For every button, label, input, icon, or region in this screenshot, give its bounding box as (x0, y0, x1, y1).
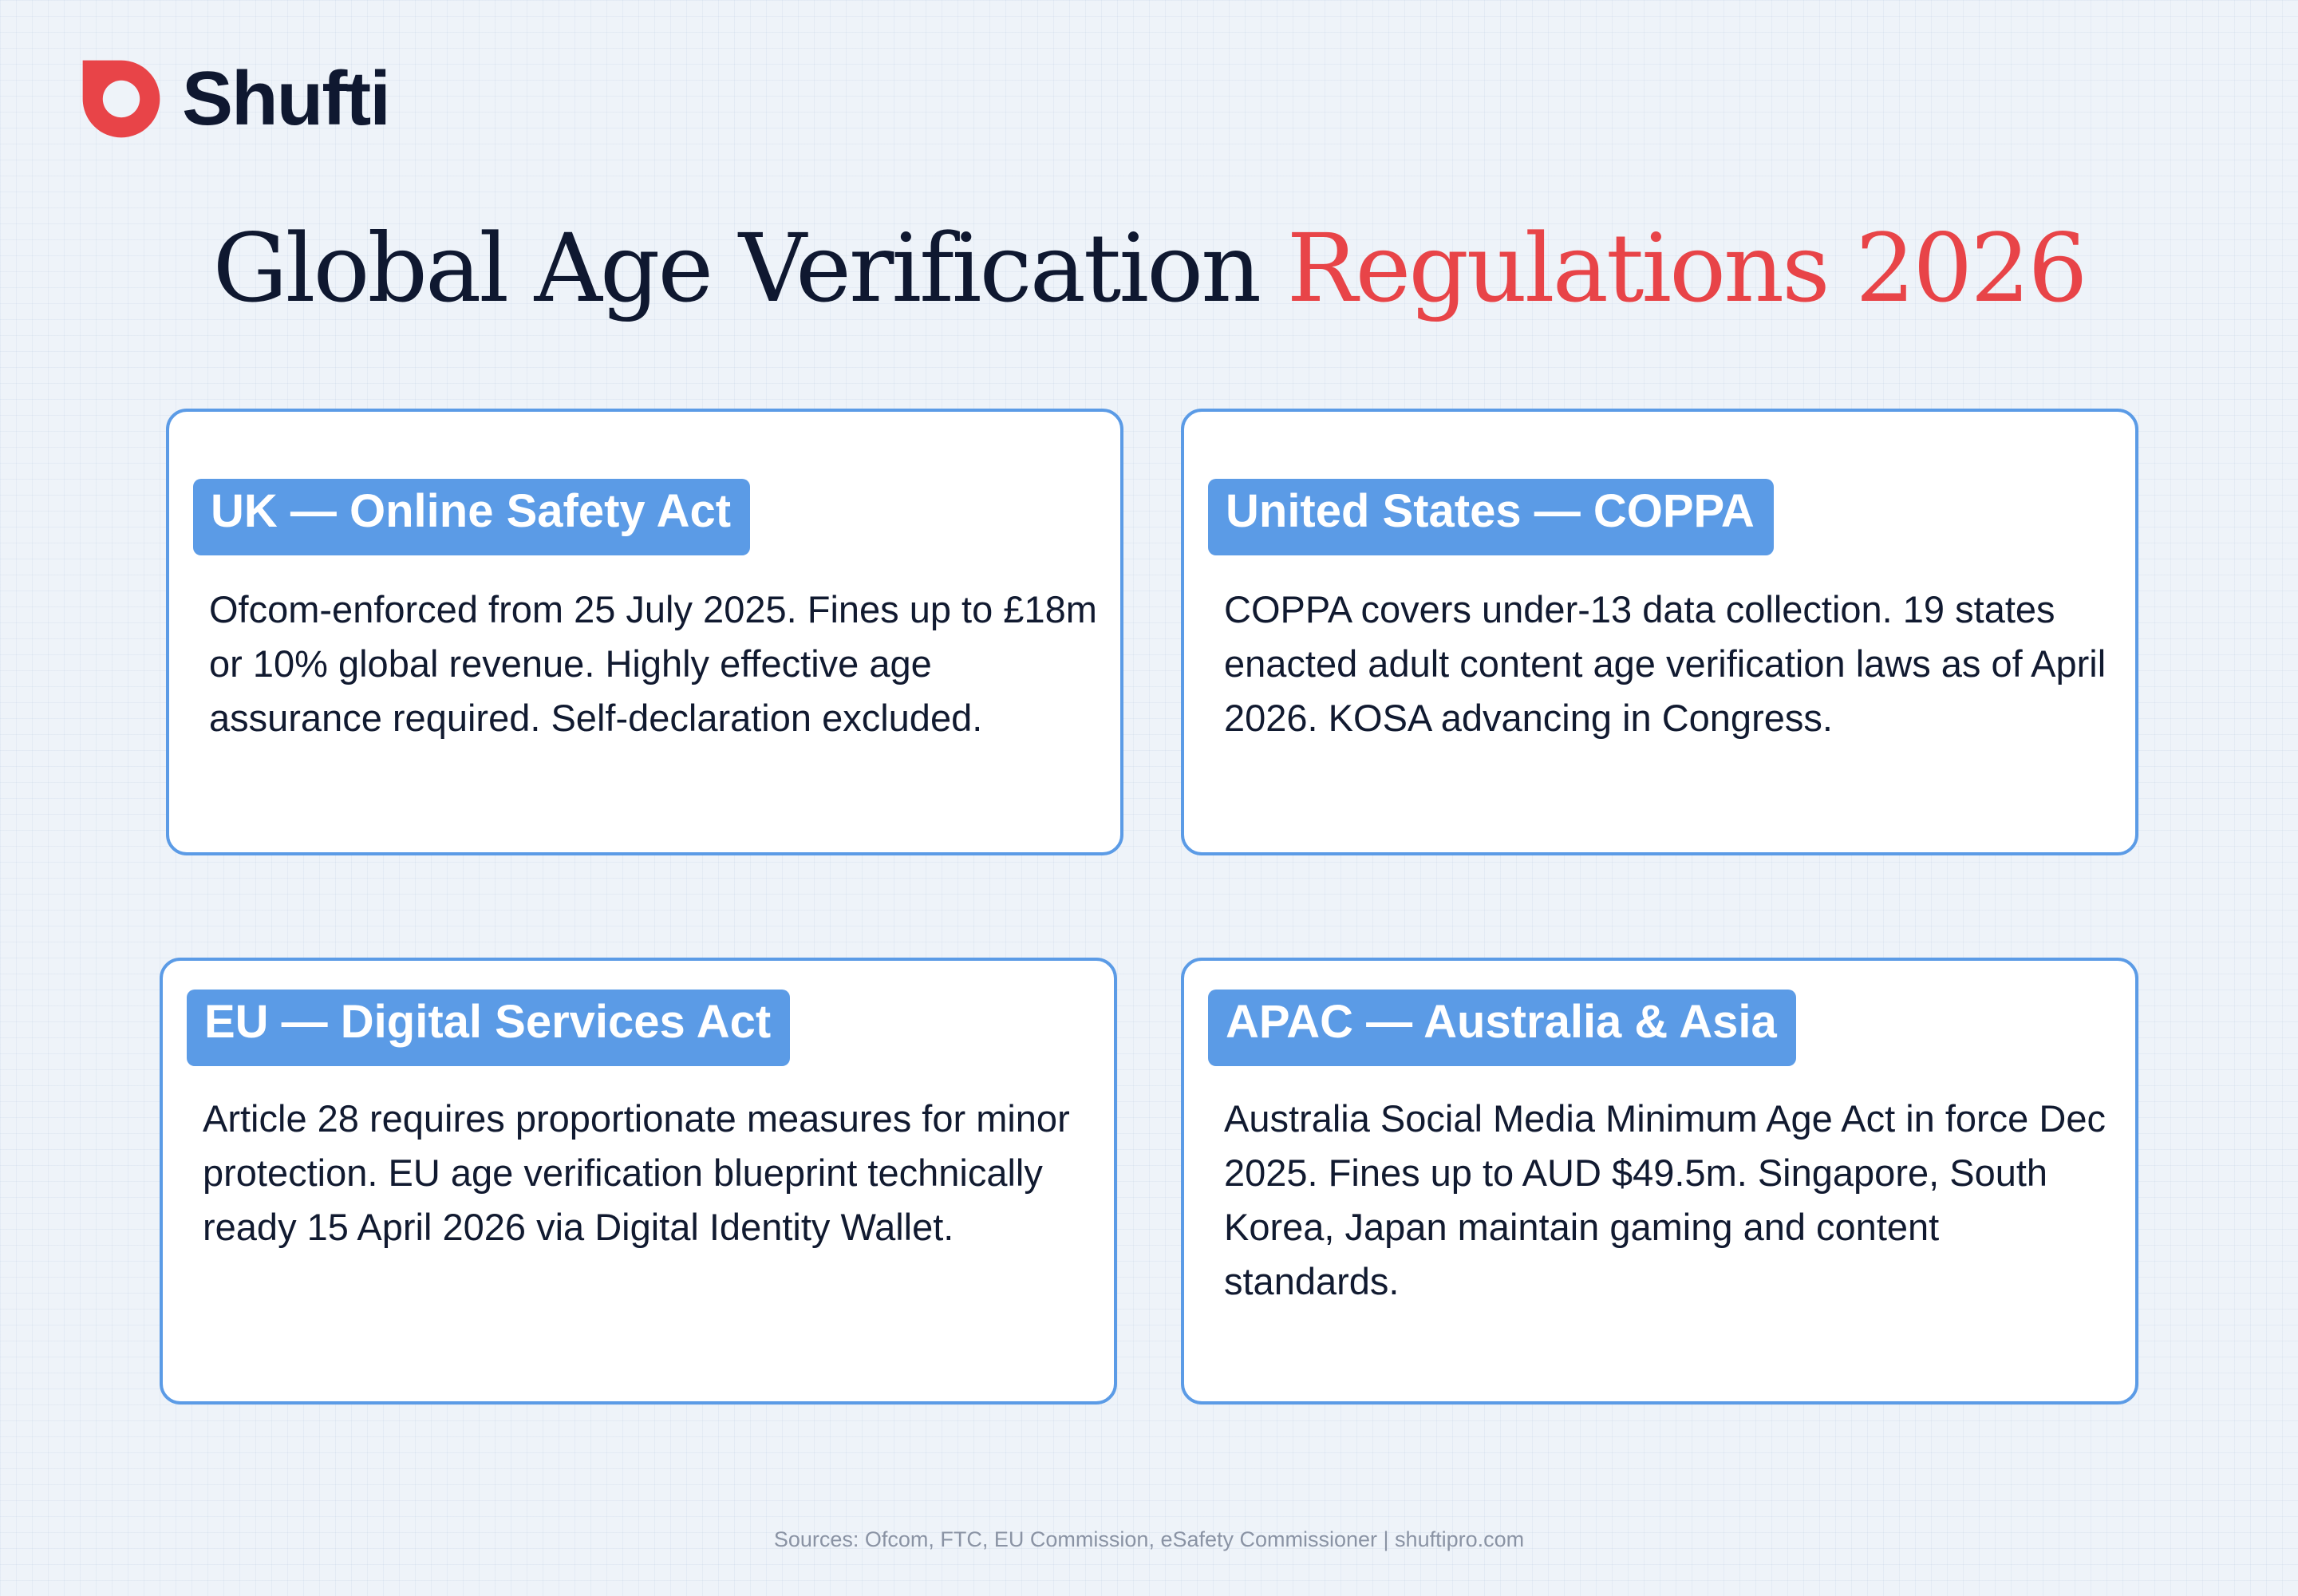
brand-name: Shufti (182, 56, 391, 141)
title-highlight: Regulations 2026 (1286, 213, 2088, 323)
brand-logo: Shufti (75, 49, 391, 148)
card-uk-body: Ofcom-enforced from 25 July 2025. Fines … (209, 588, 1097, 739)
shufti-ring-icon (82, 60, 160, 138)
card-eu-heading: EU — Digital Services Act (187, 990, 791, 1066)
card-us: United States — COPPA COPPA covers under… (1181, 409, 2138, 855)
page-title: Global Age Verification Regulations 2026 (0, 216, 2298, 321)
card-eu-body: Article 28 requires proportionate measur… (203, 1097, 1070, 1248)
card-uk-heading: UK — Online Safety Act (193, 479, 751, 555)
card-apac: APAC — Australia & Asia Australia Social… (1181, 958, 2138, 1404)
card-eu: EU — Digital Services Act Article 28 req… (160, 958, 1117, 1404)
card-apac-heading: APAC — Australia & Asia (1208, 990, 1796, 1066)
title-primary: Global Age Verification (212, 213, 1262, 323)
sources-footer: Sources: Ofcom, FTC, EU Commission, eSaf… (773, 1527, 1525, 1551)
card-uk: UK — Online Safety Act Ofcom-enforced fr… (166, 409, 1123, 855)
card-us-heading: United States — COPPA (1208, 479, 1774, 555)
card-apac-body: Australia Social Media Minimum Age Act i… (1224, 1097, 2106, 1302)
card-us-body: COPPA covers under-13 data collection. 1… (1224, 588, 2106, 739)
